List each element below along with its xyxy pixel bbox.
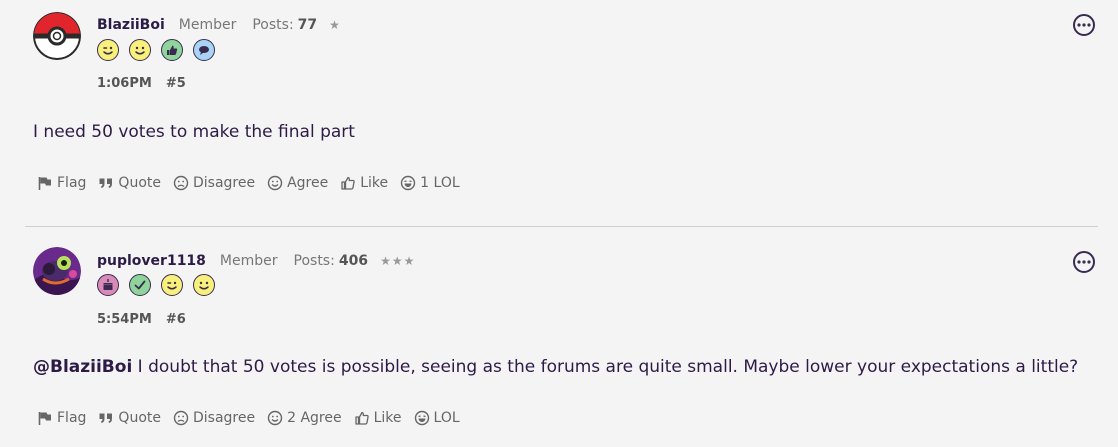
smile-face-icon[interactable] bbox=[193, 274, 215, 296]
like-button[interactable]: Like bbox=[354, 410, 402, 426]
lol-button[interactable]: 1 LOL bbox=[400, 175, 460, 191]
post-body: I need 50 votes to make the final part bbox=[33, 122, 355, 142]
disagree-label: Disagree bbox=[192, 175, 256, 191]
flag-label: Flag bbox=[57, 175, 87, 191]
more-options-icon bbox=[1077, 23, 1091, 27]
post-meta: puplover1118 Member Posts: 406 ★★★ bbox=[97, 252, 415, 270]
badge-row bbox=[97, 274, 215, 296]
posts-count: 77 bbox=[297, 17, 318, 33]
rank-stars: ★★★ bbox=[380, 254, 416, 268]
post-time[interactable]: 1:06PM bbox=[97, 76, 152, 91]
laughing-face-icon bbox=[400, 175, 416, 191]
post-5: BlaziiBoi Member Posts: 77 ★ 1:06PM #5 I… bbox=[0, 0, 1118, 226]
avatar[interactable] bbox=[33, 247, 81, 295]
flag-button[interactable]: Flag bbox=[37, 175, 86, 191]
username-link[interactable]: BlaziiBoi bbox=[97, 17, 165, 33]
more-options-icon bbox=[1077, 260, 1091, 264]
disagree-button[interactable]: Disagree bbox=[173, 175, 255, 191]
agree-label: Agree bbox=[287, 175, 329, 191]
reaction-bar: Flag Quote Disagree 2 Agree Like LOL bbox=[37, 410, 472, 426]
thumbs-up-icon[interactable] bbox=[161, 39, 183, 61]
flag-icon bbox=[38, 412, 51, 425]
like-label: Like bbox=[373, 410, 402, 426]
lol-label: 1 LOL bbox=[420, 175, 460, 191]
smile-face-icon[interactable] bbox=[129, 39, 151, 61]
disagree-label: Disagree bbox=[192, 410, 256, 426]
disagree-icon bbox=[173, 175, 189, 191]
post-time[interactable]: 5:54PM bbox=[97, 312, 152, 327]
posts-count: 406 bbox=[338, 253, 369, 269]
post-options-button[interactable] bbox=[1073, 14, 1095, 36]
posts-label: Posts: bbox=[293, 253, 335, 269]
post-info: 5:54PM #6 bbox=[97, 312, 186, 327]
like-button[interactable]: Like bbox=[340, 175, 388, 191]
wink-face-icon[interactable] bbox=[97, 39, 119, 61]
post-body-text: I need 50 votes to make the final part bbox=[33, 122, 355, 142]
lol-label: LOL bbox=[433, 410, 460, 426]
quote-button[interactable]: Quote bbox=[98, 410, 161, 426]
badge-row bbox=[97, 39, 215, 61]
post-body-text: I doubt that 50 votes is possible, seein… bbox=[132, 357, 1079, 377]
user-role: Member bbox=[178, 17, 237, 33]
laughing-face-icon bbox=[414, 410, 429, 426]
post-number[interactable]: #6 bbox=[166, 312, 186, 327]
like-label: Like bbox=[360, 175, 389, 191]
flag-icon bbox=[38, 177, 51, 190]
quote-label: Quote bbox=[118, 175, 161, 191]
post-6: puplover1118 Member Posts: 406 ★★★ 5:54P… bbox=[0, 227, 1118, 447]
agree-label: 2 Agree bbox=[287, 410, 342, 426]
quote-label: Quote bbox=[118, 410, 161, 426]
agree-button[interactable]: Agree bbox=[267, 175, 328, 191]
agree-button[interactable]: 2 Agree bbox=[267, 410, 342, 426]
speech-bubble-icon[interactable] bbox=[193, 39, 215, 61]
post-number[interactable]: #5 bbox=[166, 76, 186, 91]
disagree-button[interactable]: Disagree bbox=[173, 410, 255, 426]
cake-icon[interactable] bbox=[97, 274, 119, 296]
quote-button[interactable]: Quote bbox=[98, 175, 161, 191]
post-meta: BlaziiBoi Member Posts: 77 ★ bbox=[97, 16, 341, 34]
disagree-icon bbox=[173, 410, 189, 426]
like-icon bbox=[341, 176, 355, 190]
user-mention-link[interactable]: @BlaziiBoi bbox=[33, 357, 132, 377]
user-role: Member bbox=[219, 253, 278, 269]
like-icon bbox=[354, 411, 369, 425]
avatar[interactable] bbox=[33, 12, 81, 60]
posts-label: Posts: bbox=[252, 17, 294, 33]
quote-icon bbox=[99, 413, 113, 423]
flag-label: Flag bbox=[57, 410, 87, 426]
flag-button[interactable]: Flag bbox=[37, 410, 86, 426]
wink-face-icon[interactable] bbox=[161, 274, 183, 296]
checkmark-icon[interactable] bbox=[129, 274, 151, 296]
post-body: @BlaziiBoi I doubt that 50 votes is poss… bbox=[33, 357, 1078, 377]
post-options-button[interactable] bbox=[1073, 251, 1095, 273]
reaction-bar: Flag Quote Disagree Agree Like 1 LOL bbox=[37, 175, 472, 191]
quote-icon bbox=[99, 178, 113, 188]
lol-button[interactable]: LOL bbox=[414, 410, 460, 426]
rank-stars: ★ bbox=[329, 18, 341, 32]
post-info: 1:06PM #5 bbox=[97, 76, 186, 91]
username-link[interactable]: puplover1118 bbox=[97, 253, 206, 269]
agree-icon bbox=[267, 175, 283, 191]
agree-icon bbox=[267, 410, 283, 426]
